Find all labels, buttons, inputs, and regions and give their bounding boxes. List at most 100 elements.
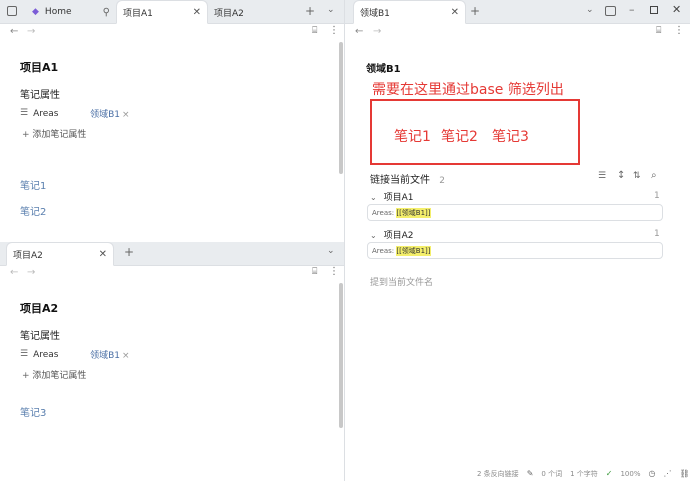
backlink-group-a1[interactable]: ⌄ 项目A1 [370,190,413,203]
list-icon: ☰ [20,108,29,118]
add-property-button[interactable]: + 添加笔记属性 [22,368,86,381]
tab-project-a2-bottom[interactable]: 项目A2 ✕ [6,242,114,266]
right-sidebar-toggle-icon[interactable] [605,6,616,16]
property-row-areas[interactable]: ☰ Areas 领域B1 × [20,348,130,362]
back-arrow-icon[interactable]: ← [355,27,363,37]
chevron-down-icon[interactable]: ⌄ [327,6,335,15]
sort-icon[interactable]: ⇅ [633,172,641,181]
status-bar: 2 条反向链接 ✎ 0 个词 1 个字符 ✓ 100% ◷ ⋰ ⛓ [477,469,690,479]
list-view-icon[interactable]: ☰ [598,172,606,181]
page-title: 项目A2 [20,302,59,315]
search-icon[interactable]: ⌕ [651,171,657,181]
backlinks-header: 链接当前文件 2 [370,171,445,186]
more-options-icon[interactable]: ⋮ [329,267,339,277]
forward-arrow-icon[interactable]: → [373,27,381,37]
property-value-text: 领域B1 [90,110,120,120]
close-icon[interactable]: ✕ [193,7,201,18]
list-icon: ☰ [20,349,29,359]
chevron-down-icon[interactable]: ⌄ [327,247,335,256]
boxed-note-2: 笔记2 [441,129,478,145]
boxed-note-1: 笔记1 [394,129,431,145]
plus-icon: + [22,371,30,381]
remove-value-icon[interactable]: × [122,351,130,361]
obsidian-logo-icon: ◆ [32,6,39,17]
close-window-icon[interactable]: ✕ [672,4,681,15]
backlink-group-name: 项目A2 [383,231,414,241]
reading-mode-icon[interactable]: ⌸ [312,27,317,36]
tab-project-a2-label: 项目A2 [214,8,244,19]
property-row-areas[interactable]: ☰ Areas 领域B1 × [20,107,130,121]
note-link-2[interactable]: 笔记2 [20,203,46,218]
add-property-label: 添加笔记属性 [32,371,87,381]
forward-arrow-icon[interactable]: → [27,268,35,278]
boxed-note-3: 笔记3 [492,129,529,145]
link-icon[interactable]: ⛓ [679,470,689,478]
properties-header: 笔记属性 [20,90,60,101]
close-icon[interactable]: ✕ [451,7,459,18]
new-tab-icon[interactable]: + [124,246,134,258]
property-key: Areas [33,108,59,119]
excerpt-prefix: Areas: [372,208,397,217]
minimize-icon[interactable]: – [629,4,635,15]
pane-divider[interactable] [344,0,345,481]
tab-domain-b1[interactable]: 领域B1 ✕ [353,0,466,24]
status-chars: 1 个字符 [570,470,598,478]
backlink-excerpt[interactable]: Areas: [[领域B1]] [367,242,663,259]
chevron-down-icon: ⌄ [370,231,377,240]
edit-icon[interactable]: ✎ [527,470,534,478]
more-options-icon[interactable]: ⋮ [329,26,339,36]
status-zoom: 100% [620,470,641,478]
page-title: 项目A1 [20,61,59,74]
back-arrow-icon[interactable]: ← [10,268,18,278]
tab-project-a1[interactable]: 项目A1 ✕ [116,0,208,24]
properties-header: 笔记属性 [20,331,60,342]
chevron-down-icon: ⌄ [370,193,377,202]
property-key: Areas [33,349,59,360]
backlink-excerpt[interactable]: Areas: [[领域B1]] [367,204,663,221]
page-title: 领域B1 [366,64,401,75]
backlinks-count: 2 [439,176,445,186]
sync-check-icon[interactable]: ✓ [606,470,613,478]
new-tab-icon[interactable]: + [470,5,480,17]
maximize-icon[interactable] [650,6,658,14]
backlink-group-count: 1 [654,191,660,201]
history-icon[interactable]: ◷ [648,470,655,478]
share-icon[interactable]: ⋰ [663,470,671,478]
new-tab-icon[interactable]: + [305,5,315,17]
status-backlinks[interactable]: 2 条反向链接 [477,469,519,479]
pin-icon[interactable]: ⚲ [103,7,110,18]
property-value-tag[interactable]: 领域B1 × [90,107,129,120]
tab-label: 领域B1 [360,8,390,19]
expand-icon[interactable]: ↕ [617,171,625,181]
tab-project-a2[interactable]: 项目A2 [208,0,300,24]
reading-mode-icon[interactable]: ⌸ [656,27,661,36]
property-value-tag[interactable]: 领域B1 × [90,348,129,361]
chevron-down-icon[interactable]: ⌄ [586,6,594,15]
note-link-1[interactable]: 笔记1 [20,177,46,192]
note-link-3[interactable]: 笔记3 [20,404,46,419]
scrollbar[interactable] [339,283,343,428]
back-arrow-icon[interactable]: ← [10,27,18,37]
add-property-label: 添加笔记属性 [32,130,87,140]
property-value-text: 领域B1 [90,351,120,361]
forward-arrow-icon[interactable]: → [27,27,35,37]
backlinks-title: 链接当前文件 [370,175,430,186]
unlinked-mentions-header[interactable]: 提到当前文件名 [370,275,433,288]
plus-icon: + [22,130,30,140]
backlink-group-count: 1 [654,229,660,239]
reading-mode-icon[interactable]: ⌸ [312,268,317,277]
remove-value-icon[interactable]: × [122,110,130,120]
close-icon[interactable]: ✕ [99,249,107,260]
backlink-group-a2[interactable]: ⌄ 项目A2 [370,228,413,241]
excerpt-link[interactable]: [[领域B1]] [396,207,431,218]
tab-home[interactable]: ◆ Home ⚲ [26,0,116,24]
annotation-text: 需要在这里通过base 筛选列出 [372,82,564,98]
add-property-button[interactable]: + 添加笔记属性 [22,127,86,140]
excerpt-prefix: Areas: [372,246,397,255]
scrollbar[interactable] [339,42,343,174]
sidebar-toggle-icon[interactable] [7,6,17,16]
status-words: 0 个词 [541,470,563,478]
excerpt-link[interactable]: [[领域B1]] [396,245,431,256]
more-options-icon[interactable]: ⋮ [674,26,684,36]
backlink-group-name: 项目A1 [383,193,414,203]
